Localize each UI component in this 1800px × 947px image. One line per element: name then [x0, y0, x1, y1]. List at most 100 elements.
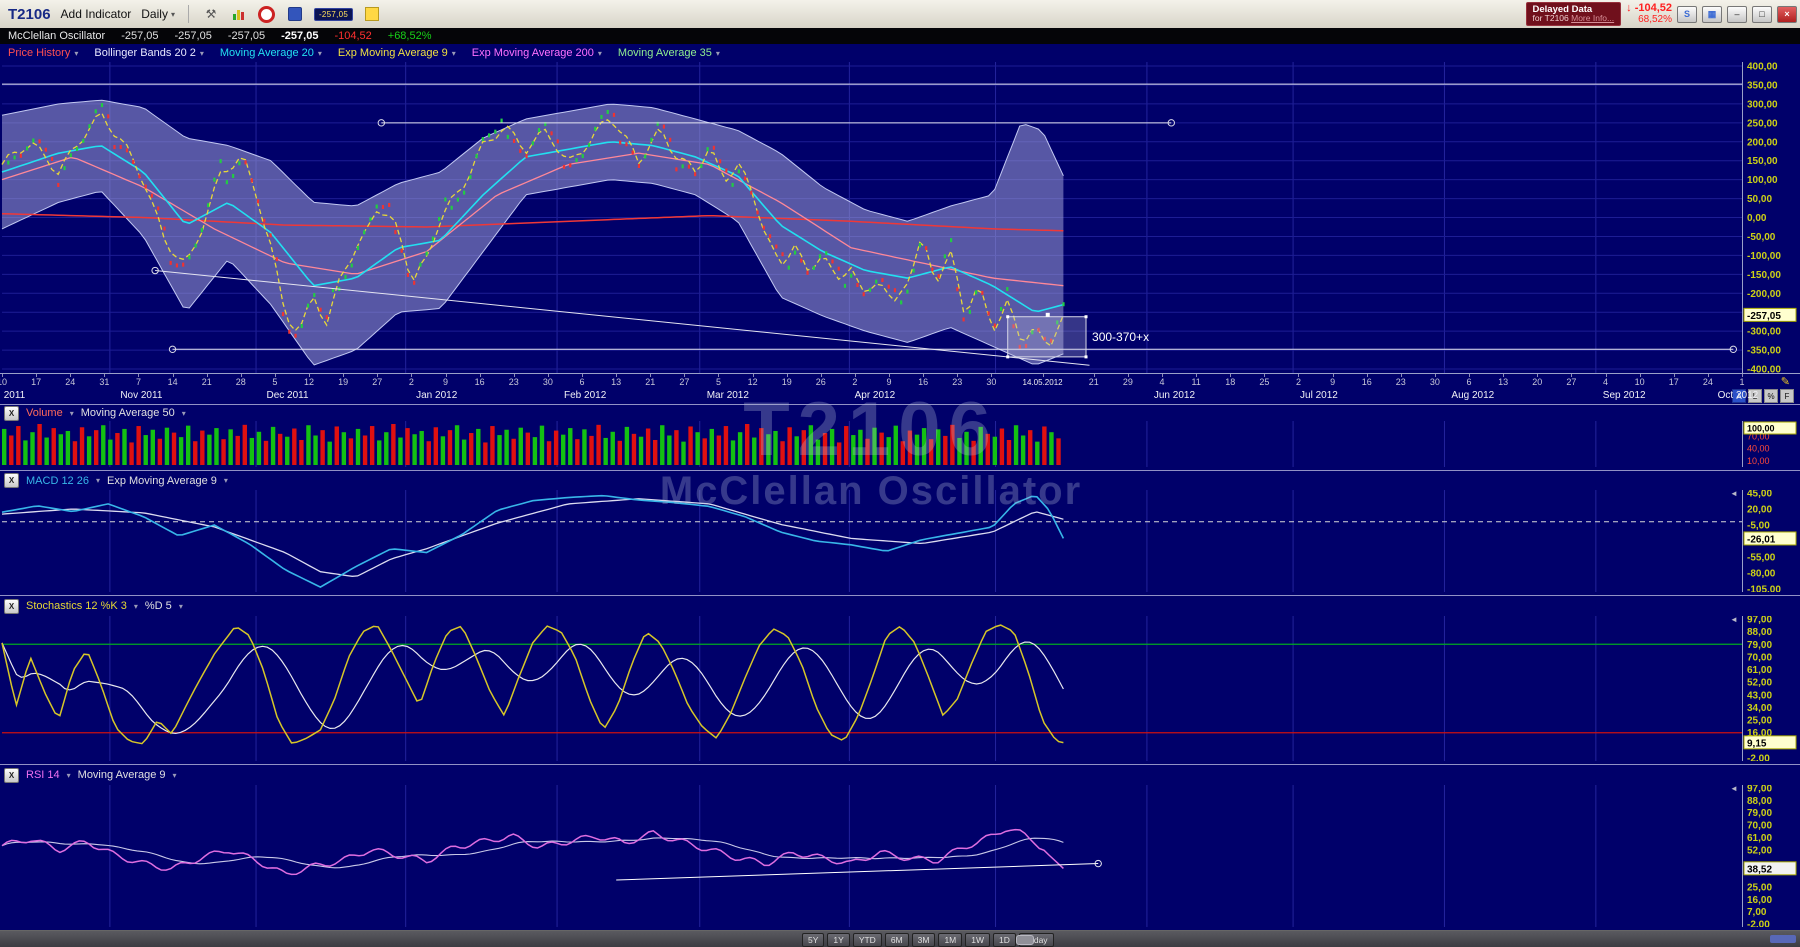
- stochastics-chart[interactable]: 97,00 ◄ 88,00 79,0070,00 61,00 52,0043,00 34,0…: [0, 616, 1800, 761]
- date-day-label: 24: [65, 377, 76, 387]
- cube-icon[interactable]: [286, 6, 304, 22]
- axis-mode-percent[interactable]: %: [1764, 389, 1778, 403]
- axis-tick: -50,00: [1747, 232, 1776, 243]
- chevron-down-icon: ▾: [178, 601, 183, 611]
- volume-chart[interactable]: 70,0040,0010,00100,00: [0, 421, 1800, 467]
- main-legend: Price History ▾ Bollinger Bands 20 2 ▾ Mov…: [0, 44, 1748, 62]
- close-button[interactable]: ×: [1777, 5, 1797, 23]
- annotation-label: 300-370+x: [1092, 330, 1149, 344]
- horizontal-scrollbar[interactable]: [1770, 935, 1796, 943]
- axis-tick: -400,00: [1747, 365, 1781, 374]
- current-value-label: 100,00: [1747, 424, 1775, 434]
- axis-tick: -350,00: [1747, 346, 1781, 357]
- date-day-label: 5: [715, 377, 721, 387]
- range-6m[interactable]: 6M: [884, 933, 909, 947]
- axis-tick: 61,00: [1747, 833, 1772, 844]
- range-1d[interactable]: 1D: [993, 933, 1016, 947]
- chevron-down-icon: ▾: [317, 48, 322, 58]
- range-3m[interactable]: 3M: [911, 933, 936, 947]
- date-month-label: Apr 2012: [854, 390, 896, 401]
- main-chart[interactable]: 300-370+x 400,00 350,00 300,00 250,00 200,00 1…: [0, 62, 1800, 373]
- date-day-label: 23: [952, 377, 963, 387]
- axis-tick: -2,00: [1747, 754, 1770, 762]
- chevron-down-icon: ▾: [199, 48, 204, 58]
- drawing-tools-icon[interactable]: ⚒: [202, 6, 220, 22]
- axis-tick: 43,00: [1747, 690, 1772, 701]
- target-icon[interactable]: [258, 5, 276, 23]
- date-day-label: 4: [1159, 377, 1165, 387]
- legend-item-ema9[interactable]: Exp Moving Average 9 ▾: [338, 47, 456, 59]
- date-month-label: Jun 2012: [1153, 390, 1196, 401]
- rsi-ma-label[interactable]: Moving Average 9: [78, 769, 166, 781]
- selection-box[interactable]: [1007, 316, 1087, 358]
- volume-ma-label[interactable]: Moving Average 50: [81, 407, 175, 419]
- layout-icon[interactable]: ▦: [1702, 5, 1722, 23]
- macd-signal-label[interactable]: Exp Moving Average 9: [107, 475, 217, 487]
- minimize-button[interactable]: –: [1727, 5, 1747, 23]
- last-price-chip[interactable]: -257,05: [313, 7, 354, 21]
- rsi-chart[interactable]: 97,00 ◄ 88,0079,00 70,0061,0052,00 25,00 16,0…: [0, 785, 1800, 927]
- legend-item-bollinger[interactable]: Bollinger Bands 20 2 ▾: [94, 47, 204, 59]
- range-1w[interactable]: 1W: [965, 933, 990, 947]
- legend-item-ma35[interactable]: Moving Average 35 ▾: [618, 47, 720, 59]
- range-1y[interactable]: 1Y: [827, 933, 850, 947]
- date-month-label: Sep 2012: [1602, 390, 1646, 401]
- axis-tick: 70,00: [1747, 821, 1772, 832]
- date-day-label: 17: [31, 377, 42, 387]
- date-day-label: 27: [1566, 377, 1577, 387]
- date-day-label: 29: [1122, 377, 1133, 387]
- range-5y[interactable]: 5Y: [802, 933, 825, 947]
- date-day-label: 14.05.2012: [1022, 378, 1063, 387]
- delayed-data-badge: Delayed Data for T2106 More Info...: [1525, 2, 1622, 26]
- edit-pencil-icon[interactable]: ✎: [1781, 375, 1790, 388]
- axis-tick: 150,00: [1747, 156, 1778, 167]
- axis-tick: 34,00: [1747, 703, 1772, 714]
- chart-type-icon[interactable]: [230, 6, 248, 22]
- axis-tick: 79,00: [1747, 808, 1772, 819]
- period-dropdown[interactable]: Daily ▾: [141, 7, 175, 21]
- range-1m[interactable]: 1M: [938, 933, 963, 947]
- legend-item-ma20[interactable]: Moving Average 20 ▾: [220, 47, 322, 59]
- date-month-label: Mar 2012: [706, 390, 749, 401]
- add-indicator-button[interactable]: Add Indicator: [61, 7, 132, 21]
- legend-item-ema200[interactable]: Exp Moving Average 200 ▾: [472, 47, 602, 59]
- zoom-slider-handle[interactable]: [1016, 935, 1034, 945]
- axis-mode-fixed[interactable]: F: [1780, 389, 1794, 403]
- date-day-label: 16: [1361, 377, 1372, 387]
- volume-label[interactable]: Volume: [26, 407, 63, 419]
- maximize-button[interactable]: □: [1752, 5, 1772, 23]
- more-info-link[interactable]: More Info...: [1571, 13, 1614, 23]
- close-panel-button[interactable]: X: [4, 598, 19, 614]
- legend-item-price-history[interactable]: Price History ▾: [8, 47, 78, 59]
- axis-tick: 300,00: [1747, 99, 1778, 110]
- stochastics-label[interactable]: Stochastics 12 %K 3: [26, 600, 127, 612]
- stochastics-d-label[interactable]: %D 5: [145, 600, 172, 612]
- axis-tick: 40,00: [1747, 444, 1770, 454]
- chevron-down-icon: ▾: [172, 770, 177, 780]
- close-panel-button[interactable]: X: [4, 405, 19, 421]
- date-month-label: 2011: [3, 390, 26, 401]
- date-day-label: 13: [1498, 377, 1509, 387]
- macd-chart[interactable]: 45,00 ◄ 20,00 -5,00 -55,00 -80,00 -105,00 -26,0…: [0, 490, 1800, 592]
- macd-label[interactable]: MACD 12 26: [26, 475, 89, 487]
- change-value: -104,52: [334, 30, 372, 42]
- instrument-name: McClellan Oscillator: [8, 30, 106, 42]
- axis-arrow-icon: ◄: [1730, 785, 1738, 793]
- chart-application: T2106 Add Indicator Daily ▾ ⚒ -257,05 Del…: [0, 0, 1800, 947]
- date-day-label: 14: [167, 377, 178, 387]
- date-day-label: 28: [235, 377, 246, 387]
- date-day-label: 23: [508, 377, 519, 387]
- close-panel-button[interactable]: X: [4, 767, 19, 783]
- range-ytd[interactable]: YTD: [852, 933, 882, 947]
- chevron-down-icon: ▾: [74, 48, 79, 58]
- selection-handle: [1084, 315, 1088, 319]
- snapshot-icon[interactable]: S: [1677, 5, 1697, 23]
- rsi-label[interactable]: RSI 14: [26, 769, 60, 781]
- date-day-label: 9: [886, 377, 892, 387]
- axis-tick: 97,00: [1747, 616, 1772, 626]
- note-icon[interactable]: [363, 6, 381, 22]
- date-day-label: 30: [986, 377, 997, 387]
- close-panel-button[interactable]: X: [4, 473, 19, 488]
- axis-tick: 25,00: [1747, 716, 1772, 727]
- axis-tick: 52,00: [1747, 845, 1772, 856]
